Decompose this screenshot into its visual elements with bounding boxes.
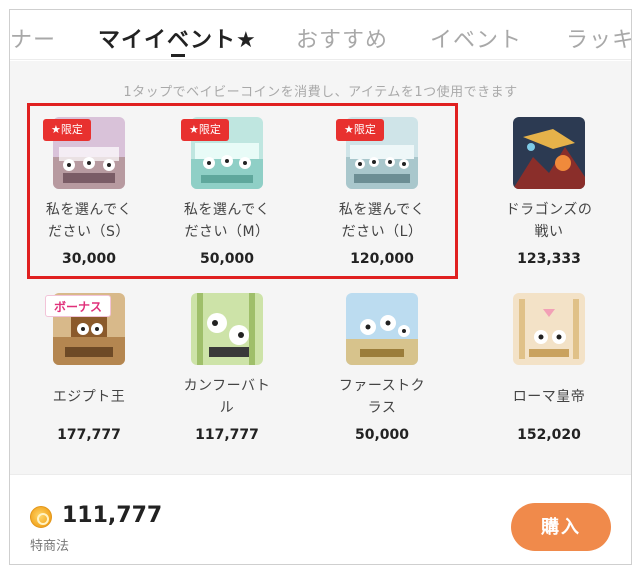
tab-lucky[interactable]: ラッキ (566, 22, 631, 54)
item-thumbnail (513, 293, 585, 365)
tab-recommended[interactable]: おすすめ (296, 22, 388, 54)
commercial-law-link[interactable]: 特商法 (30, 535, 69, 554)
item-price: 177,777 (57, 427, 121, 443)
item-name: ファーストク ラス (338, 378, 426, 416)
item-grid-area: 1タップでベイビーコインを消費し、アイテムを1つ使用できます ★限定 私を選んで… (10, 61, 631, 474)
item-thumbnail (346, 293, 418, 365)
item-price: 152,020 (517, 427, 581, 443)
item-name: ローマ皇帝 (512, 389, 586, 405)
tab-event[interactable]: イベント (430, 22, 522, 54)
active-tab-indicator (171, 54, 185, 57)
item-name: カンフーバトル (183, 378, 271, 416)
item-price: 123,333 (517, 251, 581, 267)
item-price: 50,000 (354, 427, 410, 443)
item-price: 117,777 (195, 427, 259, 443)
category-tabs: ナー マイイベント★ おすすめ イベント ラッキ (10, 10, 631, 60)
item-thumbnail (513, 117, 585, 189)
shop-panel: ナー マイイベント★ おすすめ イベント ラッキ 1タップでベイビーコインを消費… (9, 9, 632, 565)
item-thumbnail: ボーナス (45, 293, 125, 365)
baby-coin-icon (30, 506, 52, 528)
purchase-footer: 111,777 特商法 購入 (10, 474, 631, 564)
item-kung-fu-battle[interactable]: カンフーバトル 117,777 (162, 293, 292, 443)
item-name: ドラゴンズの 戦い (505, 202, 593, 240)
buy-button[interactable]: 購入 (511, 503, 611, 551)
item-thumbnail (191, 293, 263, 365)
bonus-badge: ボーナス (45, 295, 112, 317)
selection-highlight (27, 103, 458, 279)
item-name: エジプト王 (52, 389, 126, 405)
tab-my-event[interactable]: マイイベント★ (98, 22, 257, 54)
coin-balance: 111,777 (62, 503, 163, 528)
item-battle-of-dragons[interactable]: ドラゴンズの 戦い 123,333 (484, 117, 614, 267)
item-egypt-king[interactable]: ボーナス エジプト王 177,777 (24, 293, 154, 443)
item-first-class[interactable]: ファーストク ラス 50,000 (317, 293, 447, 443)
item-roman-emperor[interactable]: ローマ皇帝 152,020 (484, 293, 614, 443)
usage-hint: 1タップでベイビーコインを消費し、アイテムを1つ使用できます (123, 85, 518, 100)
tab-partner[interactable]: ナー (10, 22, 56, 54)
